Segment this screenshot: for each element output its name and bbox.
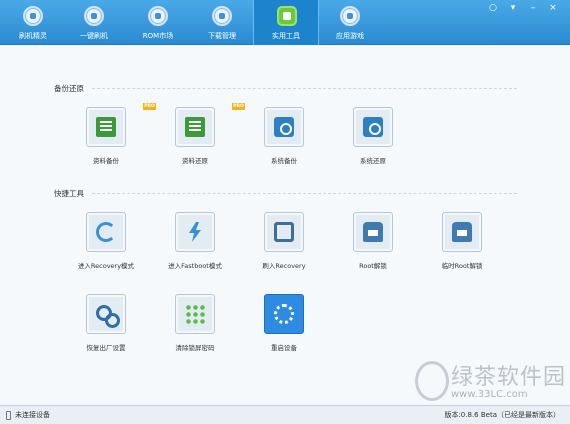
pattern-lock-icon <box>185 304 205 324</box>
enter-recovery-button[interactable]: 进入Recovery模式 <box>60 212 152 272</box>
rom-icon <box>148 6 168 26</box>
tab-apps-games[interactable]: 应用游戏 <box>317 0 383 45</box>
tab-label: ROM市场 <box>142 32 174 40</box>
tool-icon-frame <box>86 212 126 252</box>
tool-icon-frame <box>264 212 304 252</box>
s-logo-icon <box>23 6 43 26</box>
tool-label: 重启设备 <box>271 344 297 352</box>
tool-icon-frame <box>86 107 126 147</box>
tool-label: 进入Fastboot模式 <box>168 262 222 270</box>
skin-button[interactable]: ○ <box>486 3 500 13</box>
top-toolbar: 刷机精灵 一键刷机 ROM市场 下载管理 实用工具 应用游戏 ○ ▾ – × <box>0 0 570 45</box>
tab-flash-wizard[interactable]: 刷机精灵 <box>0 0 66 45</box>
download-icon <box>212 6 232 26</box>
tool-label: 临时Root解锁 <box>441 262 483 270</box>
device-status: 未连接设备 <box>15 411 50 419</box>
spinner-icon <box>274 304 294 324</box>
watermark-logo-icon <box>415 361 449 401</box>
system-restore-icon <box>363 117 383 137</box>
status-bar: 未连接设备 版本:0.8.6 Beta（已经是最新版本） <box>0 405 570 424</box>
watermark-url: www.33LC.com <box>451 389 528 400</box>
data-restore-button[interactable]: PRO 资料还原 <box>149 103 245 167</box>
tab-utilities[interactable]: 实用工具 <box>253 0 319 45</box>
tab-label: 一键刷机 <box>80 32 108 40</box>
tool-icon-frame <box>353 107 393 147</box>
watermark: 绿茶软件园 www.33LC.com <box>415 359 570 405</box>
document-restore-icon <box>185 117 205 137</box>
cursor-icon <box>84 6 104 26</box>
lightning-icon <box>189 222 201 242</box>
tool-icon-frame <box>264 294 304 334</box>
system-backup-button[interactable]: 系统备份 <box>238 107 330 167</box>
version-info: 版本:0.8.6 Beta（已经是最新版本） <box>444 411 560 419</box>
utilities-panel: 备份还原 PRO 资料备份 PRO 资料还原 系统备份 系统还原 快捷工具 进入… <box>0 46 570 405</box>
gears-icon <box>96 304 120 328</box>
flash-recovery-button[interactable]: 刷入Recovery <box>238 212 330 272</box>
grid-icon <box>277 6 297 26</box>
tool-icon-frame <box>175 107 215 147</box>
tab-rom-market[interactable]: ROM市场 <box>125 0 191 45</box>
tool-icon-frame <box>353 212 393 252</box>
data-backup-button[interactable]: PRO 资料备份 <box>60 103 156 167</box>
enter-fastboot-button[interactable]: 进入Fastboot模式 <box>149 212 241 272</box>
tool-label: 进入Recovery模式 <box>77 262 135 270</box>
watermark-title: 绿茶软件园 <box>451 365 567 390</box>
close-button[interactable]: × <box>546 3 560 13</box>
phone-icon <box>6 411 11 420</box>
menu-button[interactable]: ▾ <box>506 3 520 13</box>
tool-label: 资料备份 <box>93 157 119 165</box>
tab-download-manager[interactable]: 下载管理 <box>189 0 255 45</box>
tool-icon-frame <box>86 294 126 334</box>
tool-label: Root解锁 <box>359 262 387 270</box>
root-unlock-button[interactable]: Root解锁 <box>327 212 419 272</box>
reboot-device-button[interactable]: 重启设备 <box>238 294 330 354</box>
refresh-icon <box>96 222 116 242</box>
android-icon <box>363 222 383 242</box>
minimize-button[interactable]: – <box>526 3 540 13</box>
game-icon <box>340 6 360 26</box>
tool-icon-frame <box>175 212 215 252</box>
android-temp-icon <box>452 222 472 242</box>
tool-label: 资料还原 <box>182 157 208 165</box>
system-restore-button[interactable]: 系统还原 <box>327 107 419 167</box>
tool-label: 系统还原 <box>360 157 386 165</box>
tab-label: 实用工具 <box>272 32 300 40</box>
tab-one-click-flash[interactable]: 一键刷机 <box>61 0 127 45</box>
divider <box>92 88 517 89</box>
tablet-edit-icon <box>274 222 294 242</box>
tool-icon-frame <box>175 294 215 334</box>
section-title-quick-tools: 快捷工具 <box>54 189 84 198</box>
tool-label: 刷入Recovery <box>262 262 306 270</box>
clear-lock-password-button[interactable]: 清除锁屏密码 <box>149 294 241 354</box>
divider <box>92 193 517 194</box>
tool-label: 清除锁屏密码 <box>175 344 215 352</box>
document-icon <box>96 117 116 137</box>
tool-label: 系统备份 <box>271 157 297 165</box>
factory-reset-button[interactable]: 恢复出厂设置 <box>60 294 152 354</box>
section-title-backup: 备份还原 <box>54 84 84 93</box>
tool-icon-frame <box>264 107 304 147</box>
temp-root-unlock-button[interactable]: 临时Root解锁 <box>416 212 508 272</box>
system-gear-icon <box>274 117 294 137</box>
tab-label: 刷机精灵 <box>19 32 47 40</box>
tool-icon-frame <box>442 212 482 252</box>
tab-label: 应用游戏 <box>336 32 364 40</box>
tab-label: 下载管理 <box>208 32 236 40</box>
tool-label: 恢复出厂设置 <box>86 344 126 352</box>
